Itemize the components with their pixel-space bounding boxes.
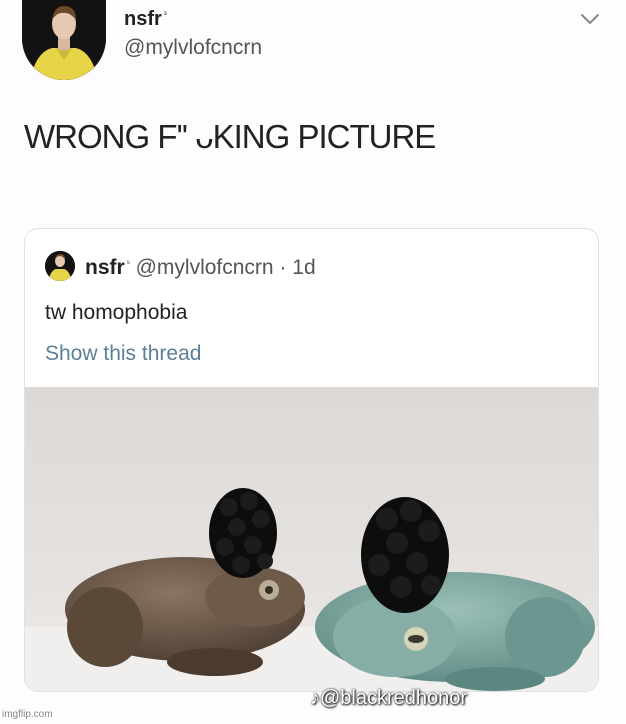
- frogs-photo: [25, 387, 598, 691]
- blackberry-left: [209, 488, 277, 578]
- author-avatar[interactable]: [22, 0, 106, 80]
- quoted-tweet-image[interactable]: [25, 387, 598, 691]
- quoted-author-handle[interactable]: @mylvlofcncrn: [136, 256, 274, 279]
- quoted-author-superscript: ˢ: [126, 258, 130, 268]
- author-superscript: ˢ: [163, 9, 167, 20]
- quoted-tweet-text: tw homophobia: [45, 301, 188, 324]
- show-thread-link[interactable]: Show this thread: [45, 342, 201, 366]
- imgflip-watermark: imgflip.com: [2, 709, 53, 720]
- tiktok-icon: ♪: [310, 687, 320, 709]
- avatar-photo: [45, 251, 75, 281]
- meta-separator: ·: [279, 256, 287, 279]
- blackberry-right: [361, 497, 449, 613]
- author-name[interactable]: nsfr ˢ: [124, 8, 167, 31]
- author-handle[interactable]: @mylvlofcncrn: [124, 36, 262, 60]
- tweet-text: WRONG F'' ᴗKING PICTURE: [24, 118, 436, 155]
- quoted-author-avatar: [45, 251, 75, 281]
- tiktok-watermark: ♪@blackredhonor: [310, 687, 468, 709]
- avatar-photo: [22, 0, 106, 80]
- quoted-tweet-card[interactable]: nsfr ˢ @mylvlofcncrn · 1d tw homophobia S…: [24, 228, 599, 692]
- quoted-tweet-meta: nsfr ˢ @mylvlofcncrn · 1d: [85, 256, 316, 280]
- quoted-tweet-time[interactable]: 1d: [292, 256, 315, 279]
- chevron-down-icon[interactable]: [580, 12, 600, 26]
- quoted-author-name[interactable]: nsfr: [85, 256, 125, 279]
